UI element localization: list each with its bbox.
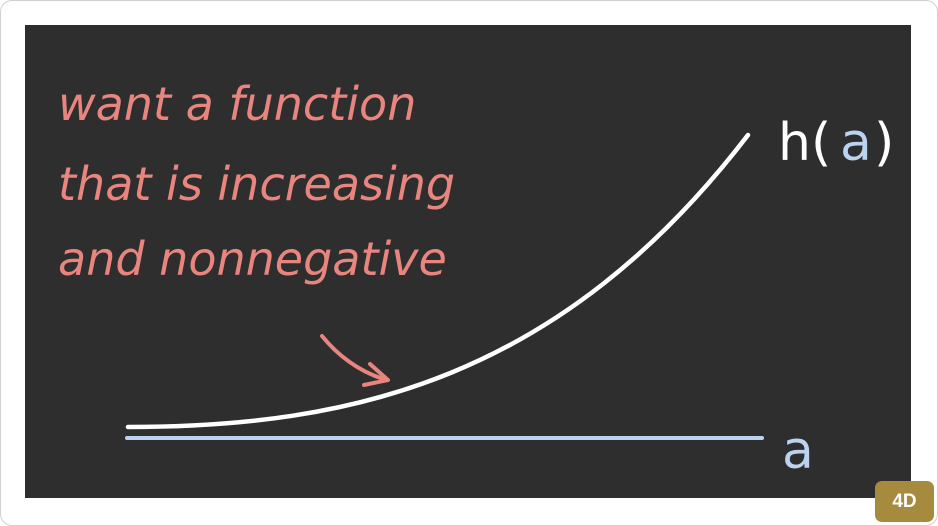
arrow-shaft bbox=[320, 334, 388, 382]
pointer-arrow bbox=[320, 334, 390, 387]
axis-label: a bbox=[782, 421, 814, 481]
note-line-2: that is increasing bbox=[58, 157, 455, 211]
function-label-arg: a bbox=[840, 113, 872, 173]
annotation-note: want a function that is increasing and n… bbox=[58, 77, 455, 286]
function-label-h: h( bbox=[778, 113, 831, 173]
slide-badge: 4D bbox=[875, 481, 934, 522]
function-label-close: ) bbox=[874, 113, 894, 173]
function-label: h( a ) bbox=[778, 113, 894, 173]
note-line-3: and nonnegative bbox=[58, 232, 447, 286]
diagram-canvas: want a function that is increasing and n… bbox=[58, 77, 894, 481]
note-line-1: want a function bbox=[58, 77, 416, 131]
